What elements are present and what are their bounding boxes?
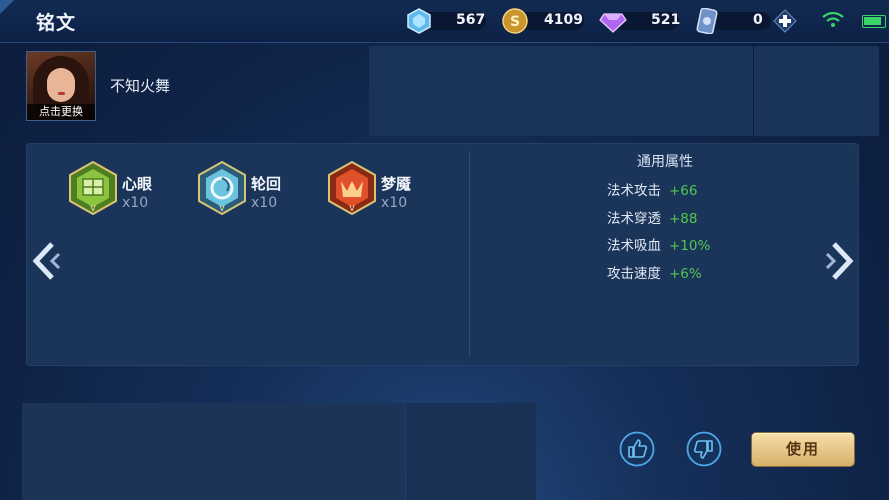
- resource-gold[interactable]: S 4109: [502, 8, 584, 34]
- change-hero-label[interactable]: 点击更换: [27, 104, 95, 120]
- hero-name: 不知火舞: [110, 77, 171, 95]
- wifi-icon: [822, 12, 844, 27]
- crystal-count: 567: [456, 12, 486, 28]
- crystal-icon: [407, 8, 431, 34]
- svg-text:V: V: [349, 204, 355, 213]
- rune-green-icon: V: [69, 160, 117, 216]
- chevron-right-icon[interactable]: [824, 241, 856, 281]
- attribute-name: 法术吸血: [607, 238, 661, 254]
- bottom-info-panel: [22, 403, 405, 500]
- attribute-row: 法术攻击 +66: [607, 179, 698, 199]
- rune-item-lunhui[interactable]: V 轮回 x10: [197, 160, 281, 219]
- rune-blue-icon: V: [198, 160, 246, 216]
- rune-count: x10: [122, 195, 149, 211]
- use-button[interactable]: 使用: [752, 433, 854, 466]
- resource-crystal[interactable]: 567: [406, 8, 486, 34]
- resource-diamond[interactable]: 521: [599, 8, 681, 34]
- rune-count: x10: [251, 195, 278, 211]
- attribute-name: 法术穿透: [607, 211, 661, 227]
- panel-divider: [469, 151, 470, 357]
- chevron-left-icon[interactable]: [30, 241, 62, 281]
- coupon-count: 0: [753, 12, 763, 28]
- attribute-value: +88: [669, 211, 698, 227]
- thumbs-up-icon[interactable]: [619, 431, 655, 467]
- rune-name: 梦魇: [381, 175, 412, 193]
- attribute-value: +66: [669, 183, 698, 199]
- coupon-icon: [696, 8, 718, 34]
- gold-coin-icon: S: [502, 8, 528, 34]
- top-bar: 铭文 567 S 4109 521 0: [0, 0, 889, 43]
- topbar-accent: [0, 0, 14, 14]
- svg-text:V: V: [219, 204, 225, 213]
- resource-coupon[interactable]: 0: [695, 8, 771, 34]
- attribute-value: +10%: [669, 238, 711, 254]
- svg-text:V: V: [90, 204, 96, 213]
- attribute-value: +6%: [669, 266, 702, 282]
- hero-avatar[interactable]: 点击更换: [26, 51, 96, 121]
- attribute-name: 法术攻击: [607, 183, 661, 199]
- gold-count: 4109: [544, 12, 583, 28]
- rune-item-mengyan[interactable]: V 梦魇 x10: [327, 160, 411, 219]
- attribute-row: 法术穿透 +88: [607, 207, 698, 227]
- rune-count: x10: [381, 195, 408, 211]
- bottom-side-panel: [406, 403, 536, 500]
- battery-icon: [862, 15, 886, 28]
- diamond-icon: [599, 13, 627, 33]
- rune-name: 心眼: [122, 175, 153, 193]
- diamond-count: 521: [651, 12, 681, 28]
- attribute-row: 法术吸血 +10%: [607, 234, 710, 254]
- rune-red-icon: V: [328, 160, 376, 216]
- rune-page-preview-panel: [369, 46, 879, 136]
- rune-name: 轮回: [251, 175, 282, 193]
- add-currency-button[interactable]: [773, 9, 797, 33]
- page-title: 铭文: [36, 12, 77, 34]
- attributes-title: 通用属性: [637, 154, 693, 170]
- thumbs-down-icon[interactable]: [686, 431, 722, 467]
- rune-item-xinyan[interactable]: V 心眼 x10: [68, 160, 152, 219]
- attribute-row: 攻击速度 +6%: [607, 262, 702, 282]
- attribute-name: 攻击速度: [607, 266, 661, 282]
- svg-text:S: S: [510, 14, 520, 30]
